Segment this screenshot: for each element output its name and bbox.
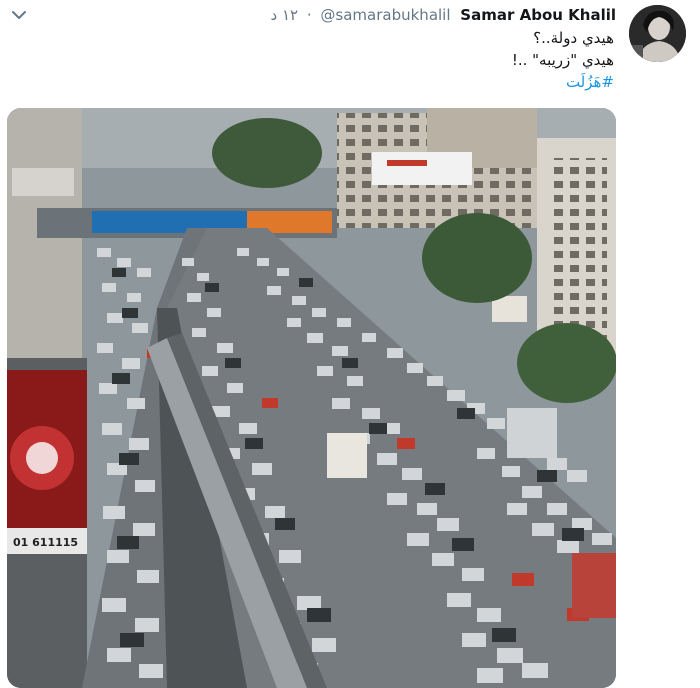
billboard: 01 611115 — [7, 370, 87, 554]
chevron-down-icon[interactable] — [10, 6, 28, 24]
avatar[interactable] — [629, 5, 686, 62]
billboard-phone: 01 611115 — [13, 536, 78, 549]
header-separator: · — [306, 5, 312, 24]
author-handle[interactable]: @samarabukhalil — [320, 5, 450, 25]
tweet-text: هيدي دولة..؟ هيدي "زريبه" ..! #هَزُلَت — [54, 27, 614, 93]
tweet-photo[interactable]: 01 611115 — [7, 108, 616, 688]
tweet-text-line-1: هيدي دولة..؟ — [533, 29, 614, 47]
tweet-header: Samar Abou Khalil @samarabukhalil · ١٢ د — [271, 4, 617, 25]
hashtag-link[interactable]: #هَزُلَت — [54, 71, 614, 93]
author-name[interactable]: Samar Abou Khalil — [460, 5, 616, 25]
tweet-text-line-2: هيدي "زريبه" ..! — [511, 51, 614, 69]
tweet-timestamp[interactable]: ١٢ د — [271, 5, 299, 25]
tweet-card: Samar Abou Khalil @samarabukhalil · ١٢ د… — [0, 0, 700, 688]
